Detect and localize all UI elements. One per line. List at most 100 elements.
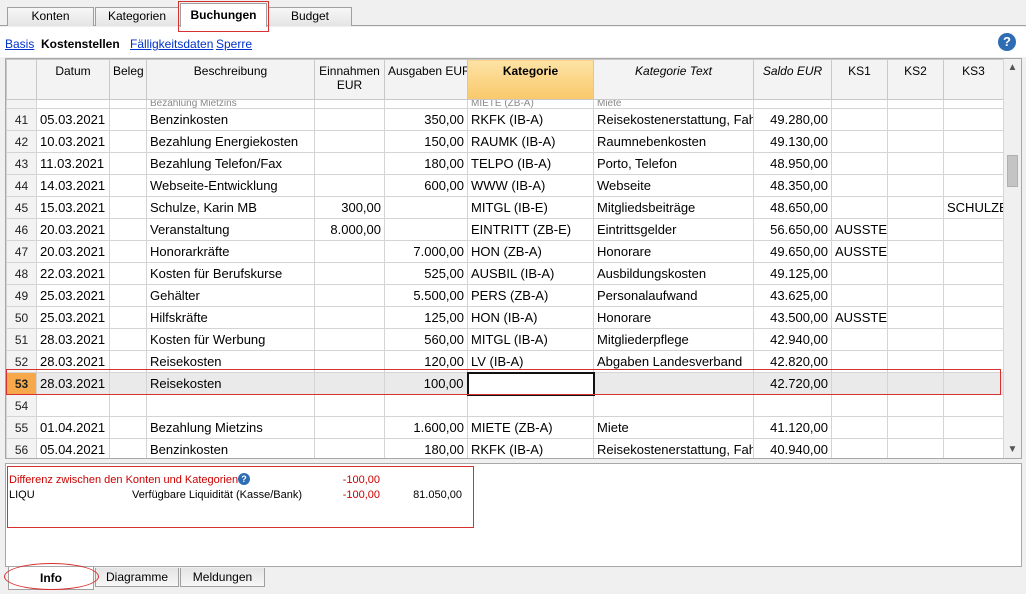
cell-beleg[interactable]	[109, 240, 147, 263]
column-header-datum[interactable]: Datum	[36, 59, 110, 100]
cell-ks3[interactable]	[943, 262, 1004, 285]
cell-kategorie[interactable]: EINTRITT (ZB-E)	[467, 218, 594, 241]
cell-ausgaben[interactable]: 180,00	[384, 438, 468, 458]
column-header-ks2[interactable]: KS2	[887, 59, 944, 100]
cell-datum[interactable]	[36, 394, 110, 417]
cell-beleg[interactable]	[109, 196, 147, 219]
table-row[interactable]: 47 20.03.2021 Honorarkräfte 7.000,00 HON (ZB…	[6, 240, 1004, 263]
cell-datum[interactable]: 05.04.2021	[36, 438, 110, 458]
tab-buchungen[interactable]: Buchungen	[180, 3, 267, 27]
cell-kategorie[interactable]	[466, 371, 595, 396]
cell-ausgaben[interactable]: 560,00	[384, 328, 468, 351]
cell-ks3[interactable]	[943, 108, 1004, 131]
cell-beleg[interactable]	[109, 130, 147, 153]
cell-ks2[interactable]	[887, 240, 944, 263]
cell-kategorie[interactable]: AUSBIL (IB-A)	[467, 262, 594, 285]
cell-datum[interactable]: 28.03.2021	[36, 350, 110, 373]
cell-kategorie[interactable]: WWW (IB-A)	[467, 174, 594, 197]
cell-beschreibung[interactable]: Benzinkosten	[146, 438, 315, 458]
cell-ks2[interactable]	[887, 130, 944, 153]
cell-ks3[interactable]	[943, 284, 1004, 307]
cell-beschreibung[interactable]: Schulze, Karin MB	[146, 196, 315, 219]
cell-beleg[interactable]	[109, 108, 147, 131]
cell-kategorie[interactable]	[467, 394, 594, 417]
cell-ks1[interactable]	[831, 284, 888, 307]
cell-ausgaben[interactable]: 7.000,00	[384, 240, 468, 263]
cell-beleg[interactable]	[109, 350, 147, 373]
cell-einnahmen[interactable]	[314, 438, 385, 458]
cell-beschreibung[interactable]: Gehälter	[146, 284, 315, 307]
column-header-kategorie[interactable]: Kategorie	[467, 59, 594, 100]
cell-einnahmen[interactable]	[314, 152, 385, 175]
cell-kategorie[interactable]: RKFK (IB-A)	[467, 108, 594, 131]
cell-ausgaben[interactable]: 150,00	[384, 130, 468, 153]
cell-beleg[interactable]	[109, 438, 147, 458]
cell-ks3[interactable]	[943, 328, 1004, 351]
cell-einnahmen[interactable]	[314, 372, 385, 395]
cell-ks2[interactable]	[887, 108, 944, 131]
cell-beschreibung[interactable]	[146, 394, 315, 417]
cell-ks3[interactable]: SCHULZE	[943, 196, 1004, 219]
cell-ausgaben[interactable]: 1.600,00	[384, 416, 468, 439]
cell-kategorie[interactable]: MIETE (ZB-A)	[467, 99, 594, 109]
cell-kategorie[interactable]: LV (IB-A)	[467, 350, 594, 373]
cell-ks2[interactable]	[887, 350, 944, 373]
help-icon[interactable]: ?	[998, 33, 1016, 51]
view-link-faelligkeitsdaten[interactable]: Fälligkeitsdaten	[130, 37, 213, 51]
cell-einnahmen[interactable]	[314, 130, 385, 153]
table-row[interactable]: 41 05.03.2021 Benzinkosten 350,00 RKFK (IB-A…	[6, 108, 1004, 131]
tab-budget[interactable]: Budget	[268, 7, 352, 26]
table-row[interactable]: 50 25.03.2021 Hilfskräfte 125,00 HON (IB-A) H…	[6, 306, 1004, 329]
cell-ks1[interactable]: AUSSTE	[831, 240, 888, 263]
cell-beschreibung[interactable]: Webseite-Entwicklung	[146, 174, 315, 197]
tab-info[interactable]: Info	[8, 567, 94, 590]
cell-ks3[interactable]	[943, 174, 1004, 197]
cell-ks1[interactable]	[831, 372, 888, 395]
table-row[interactable]: 54	[6, 394, 1004, 417]
tab-meldungen[interactable]: Meldungen	[180, 568, 265, 587]
column-header-saldo[interactable]: Saldo EUR	[753, 59, 832, 100]
cell-einnahmen[interactable]	[314, 108, 385, 131]
cell-beschreibung[interactable]: Hilfskräfte	[146, 306, 315, 329]
cell-ausgaben[interactable]: 120,00	[384, 350, 468, 373]
table-row[interactable]: 45 15.03.2021 Schulze, Karin MB 300,00 MITGL…	[6, 196, 1004, 219]
cell-datum[interactable]: 14.03.2021	[36, 174, 110, 197]
scroll-down-icon[interactable]: ▼	[1004, 441, 1021, 458]
cell-beleg[interactable]	[109, 152, 147, 175]
cell-ausgaben[interactable]: 100,00	[384, 372, 468, 395]
cell-ausgaben[interactable]	[384, 218, 468, 241]
cell-ks2[interactable]	[887, 284, 944, 307]
cell-ks1[interactable]	[831, 130, 888, 153]
cell-ks3[interactable]	[943, 416, 1004, 439]
cell-beleg[interactable]	[109, 394, 147, 417]
table-row[interactable]: 53 28.03.2021 Reisekosten 100,00 42.720,00	[6, 371, 1004, 396]
cell-datum[interactable]: 25.03.2021	[36, 284, 110, 307]
cell-datum[interactable]: 20.03.2021	[36, 240, 110, 263]
cell-einnahmen[interactable]	[314, 416, 385, 439]
cell-ks3[interactable]	[943, 152, 1004, 175]
view-link-sperre[interactable]: Sperre	[216, 37, 252, 51]
scrollbar-thumb[interactable]	[1007, 155, 1018, 187]
cell-ks1[interactable]: AUSSTE	[831, 218, 888, 241]
cell-ausgaben[interactable]	[384, 394, 468, 417]
cell-ks2[interactable]	[887, 218, 944, 241]
cell-ks2[interactable]	[887, 328, 944, 351]
table-row[interactable]: 44 14.03.2021 Webseite-Entwicklung 600,00 WW…	[6, 174, 1004, 197]
column-header-rownum[interactable]	[6, 59, 37, 100]
cell-ks2[interactable]	[887, 174, 944, 197]
column-header-kategorie-text[interactable]: Kategorie Text	[593, 59, 754, 100]
table-row[interactable]: 42 10.03.2021 Bezahlung Energiekosten 150,0…	[6, 130, 1004, 153]
cell-beschreibung[interactable]: Bezahlung Mietzins	[146, 416, 315, 439]
cell-beschreibung[interactable]: Honorarkräfte	[146, 240, 315, 263]
cell-ausgaben[interactable]: 5.500,00	[384, 284, 468, 307]
cell-ks3[interactable]	[943, 394, 1004, 417]
cell-beleg[interactable]	[109, 262, 147, 285]
cell-ks1[interactable]: AUSSTE	[831, 306, 888, 329]
column-header-beschreibung[interactable]: Beschreibung	[146, 59, 315, 100]
cell-beleg[interactable]	[109, 218, 147, 241]
cell-einnahmen[interactable]	[314, 262, 385, 285]
cell-ks1[interactable]	[831, 350, 888, 373]
scroll-up-icon[interactable]: ▲	[1004, 59, 1021, 76]
cell-beleg[interactable]	[109, 328, 147, 351]
cell-ausgaben[interactable]	[384, 196, 468, 219]
